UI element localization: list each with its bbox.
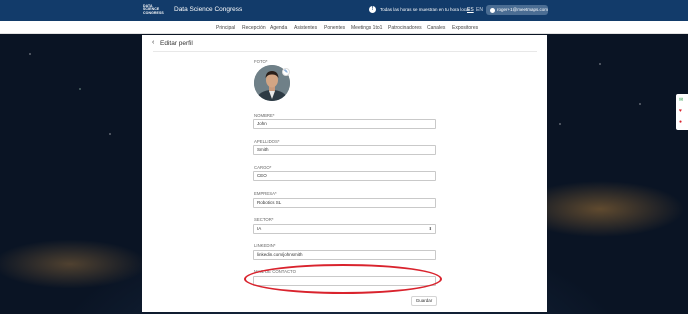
cargo-label: CARGO* bbox=[254, 165, 272, 170]
top-header: DATA SCIENCE CONGRESS Data Science Congr… bbox=[0, 0, 688, 21]
logo-mark: DATA SCIENCE CONGRESS bbox=[143, 4, 169, 16]
alert-icon: ● bbox=[679, 119, 683, 125]
user-menu-button[interactable]: roger+1@meetmaps.com bbox=[486, 5, 548, 15]
highlight-circle-annotation bbox=[244, 264, 442, 294]
user-email: roger+1@meetmaps.com bbox=[497, 7, 548, 12]
nav-item-asistentes[interactable]: Asistentes bbox=[294, 25, 317, 31]
empresa-label: EMPRESA* bbox=[254, 191, 277, 196]
sector-label: SECTOR* bbox=[254, 217, 274, 222]
apellidos-label: APELLIDOS* bbox=[254, 139, 280, 144]
lang-es-link[interactable]: ES bbox=[467, 7, 474, 13]
select-arrows-icon: ⬍ bbox=[428, 226, 432, 231]
back-arrow-icon[interactable]: ‹ bbox=[152, 39, 154, 46]
nav-item-expositores[interactable]: Expositores bbox=[452, 25, 478, 31]
title-divider bbox=[153, 51, 537, 52]
sector-value: IA bbox=[257, 226, 262, 231]
nav-item-ponentes[interactable]: Ponentes bbox=[324, 25, 345, 31]
edit-photo-icon[interactable]: ✎ bbox=[282, 68, 290, 76]
page-title: Editar perfil bbox=[160, 40, 193, 47]
nombre-field[interactable]: John bbox=[253, 119, 436, 129]
sector-select[interactable]: IA ⬍ bbox=[253, 224, 436, 234]
user-icon bbox=[490, 7, 495, 13]
logo[interactable]: DATA SCIENCE CONGRESS bbox=[143, 4, 169, 16]
timezone-notice: Todas las horas se muestran en tu hora l… bbox=[380, 7, 470, 12]
save-button[interactable]: Guardar bbox=[411, 296, 437, 306]
nombre-label: NOMBRE* bbox=[254, 113, 275, 118]
nav-item-canales[interactable]: Canales bbox=[427, 25, 445, 31]
nav-item-patrocinadores[interactable]: Patrocinadores bbox=[388, 25, 422, 31]
lang-en-link[interactable]: EN bbox=[476, 7, 483, 13]
nav-item-agenda[interactable]: Agenda bbox=[270, 25, 287, 31]
foto-label: FOTO* bbox=[254, 59, 268, 64]
empresa-field[interactable]: Robotics SL bbox=[253, 198, 436, 208]
brand-name: Data Science Congress bbox=[174, 6, 243, 13]
linkedin-label: LINKEDIN* bbox=[254, 243, 276, 248]
heart-icon: ♥ bbox=[679, 108, 682, 114]
main-nav: Principal Recepción Agenda Asistentes Po… bbox=[0, 21, 688, 34]
nav-item-recepcion[interactable]: Recepción bbox=[242, 25, 266, 31]
logo-line-3: CONGRESS bbox=[143, 10, 164, 15]
apellidos-field[interactable]: Smith bbox=[253, 145, 436, 155]
clock-icon: ! bbox=[369, 6, 376, 13]
linkedin-field[interactable]: linkedin.com/johnsmith bbox=[253, 250, 436, 260]
nav-item-principal[interactable]: Principal bbox=[216, 25, 235, 31]
side-widget-tab[interactable]: ✉ ♥ ● bbox=[676, 94, 688, 130]
chat-icon: ✉ bbox=[679, 97, 684, 103]
nav-item-meetings[interactable]: Meetings 1to1 bbox=[351, 25, 382, 31]
cargo-field[interactable]: CEO bbox=[253, 171, 436, 181]
